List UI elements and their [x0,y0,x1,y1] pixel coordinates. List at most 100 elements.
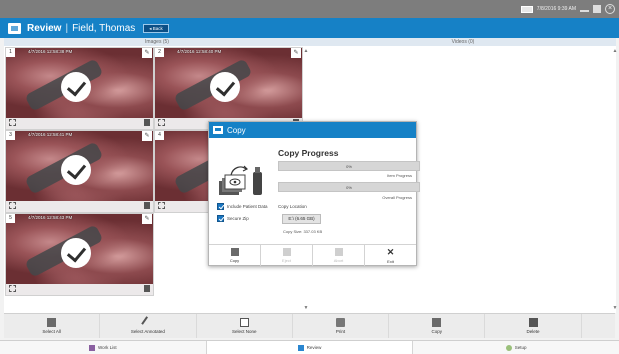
select-none-button[interactable]: Select None [197,314,293,338]
copy-label: Copy [431,329,443,334]
review-logo-icon [8,22,21,34]
images-section-header: Images (5) [4,38,310,46]
keyboard-icon[interactable] [520,5,533,13]
select-all-icon [47,318,57,327]
pen-icon [141,316,155,329]
delete-label: Delete [526,329,540,334]
select-all-label: Select All [42,329,61,334]
print-button[interactable]: Print [293,314,390,338]
dialog-exit-button[interactable]: ✕ Exit [365,245,416,266]
image-tile-2[interactable]: 2 4/7/2016 12:58:40 PM ✎ [154,47,303,130]
abort-icon [334,248,343,256]
tile-number: 5 [6,214,15,223]
item-progress-label: Item Progress [387,173,412,178]
overall-progress-value: 0% [346,185,352,190]
dialog-exit-label: Exit [387,258,394,264]
select-annotated-label: Select Annotated [130,329,165,334]
selected-check-icon[interactable] [210,72,240,102]
copy-progress-heading: Copy Progress [278,148,339,158]
system-datetime: 7/8/2016 9:39 AM [536,6,576,12]
copy-icon [213,126,223,134]
dialog-abort-label: Abort [333,258,344,263]
videos-section-header: Videos (0) [310,38,616,46]
image-tile-1[interactable]: 1 4/7/2016 12:58:38 PM ✎ [5,47,154,130]
empty-checkbox-icon [239,318,249,327]
close-icon[interactable]: × [605,4,615,14]
trash-icon [528,318,538,327]
bottom-nav: Work List Review Setup [0,340,619,354]
copy-location-button[interactable]: E:\ (6.65 GB) [282,214,321,224]
trash-icon[interactable] [144,202,150,209]
dialog-footer: Copy Eject Abort ✕ Exit [209,244,416,266]
scroll-up-icon[interactable]: ▲ [303,48,309,54]
delete-button[interactable]: Delete [485,314,582,338]
annotate-pen-icon[interactable]: ✎ [142,48,152,58]
selected-check-icon[interactable] [61,72,91,102]
print-label: Print [335,329,346,334]
videos-scrollbar[interactable]: ▲ ▼ [612,47,618,313]
tile-timestamp: 4/7/2016 12:58:38 PM [28,49,73,54]
tile-timestamp: 4/7/2016 12:58:40 PM [177,49,222,54]
back-button[interactable]: ◂ Back [143,23,169,33]
nav-setup[interactable]: Setup [413,341,619,354]
scroll-down-icon[interactable]: ▼ [303,305,309,311]
expand-icon[interactable] [9,285,16,292]
image-tile-3[interactable]: 3 4/7/2016 12:58:41 PM ✎ [5,130,154,213]
setup-gear-icon [505,344,512,351]
secure-zip-option[interactable]: Secure Zip [217,215,249,222]
dialog-title: Copy [227,125,246,135]
dialog-eject-button[interactable]: Eject [261,245,313,266]
expand-icon[interactable] [158,119,165,126]
copy-icon [230,248,239,256]
annotate-pen-icon[interactable]: ✎ [142,214,152,224]
exit-x-icon: ✕ [386,246,395,257]
dialog-copy-button[interactable]: Copy [209,245,261,266]
dialog-header: Copy [209,122,416,138]
system-taskbar: 7/8/2016 9:39 AM × [0,0,619,18]
printer-icon [335,318,345,327]
include-patient-data-label: Include Patient Data [227,204,268,209]
copy-size-text: Copy Size: 337.03 KB [283,229,323,234]
expand-icon[interactable] [9,202,16,209]
maximize-icon[interactable] [593,5,601,13]
include-patient-data-checkbox[interactable] [217,203,224,210]
include-patient-data-option[interactable]: Include Patient Data [217,203,268,210]
select-none-label: Select None [231,329,257,334]
expand-icon[interactable] [9,119,16,126]
scroll-down-icon[interactable]: ▼ [612,305,618,311]
nav-worklist[interactable]: Work List [0,341,207,354]
dialog-abort-button[interactable]: Abort [313,245,365,266]
bottom-toolbar: Select All Select Annotated Select None … [4,313,615,338]
app-header: Review | Field, Thomas ◂ Back [0,18,619,38]
select-all-button[interactable]: Select All [4,314,101,338]
copy-to-usb-icon [219,165,262,195]
copy-button[interactable]: Copy [389,314,486,338]
overall-progress-bar: 0% [278,182,420,192]
nav-review[interactable]: Review [206,341,414,354]
copy-location-label: Copy Location [278,204,307,209]
minimize-icon[interactable] [580,10,589,12]
copy-icon [432,318,442,327]
annotate-pen-icon[interactable]: ✎ [142,131,152,141]
secure-zip-checkbox[interactable] [217,215,224,222]
dialog-eject-label: Eject [282,258,291,263]
tile-number: 3 [6,131,15,140]
trash-icon[interactable] [144,285,150,292]
annotate-pen-icon[interactable]: ✎ [291,48,301,58]
expand-icon[interactable] [158,202,165,209]
scroll-up-icon[interactable]: ▲ [612,48,618,54]
selected-check-icon[interactable] [61,155,91,185]
image-tile-5[interactable]: 5 4/7/2016 12:58:43 PM ✎ [5,213,154,296]
select-annotated-button[interactable]: Select Annotated [100,314,197,338]
review-icon [297,344,304,351]
dialog-copy-label: Copy [229,258,240,263]
tile-timestamp: 4/7/2016 12:58:41 PM [28,132,73,137]
item-progress-value: 0% [346,164,352,169]
item-progress-bar: 0% [278,161,420,171]
trash-icon[interactable] [144,119,150,126]
tile-number: 4 [155,131,164,140]
tile-number: 2 [155,48,164,57]
selected-check-icon[interactable] [61,238,91,268]
page-title: Review [27,22,62,34]
